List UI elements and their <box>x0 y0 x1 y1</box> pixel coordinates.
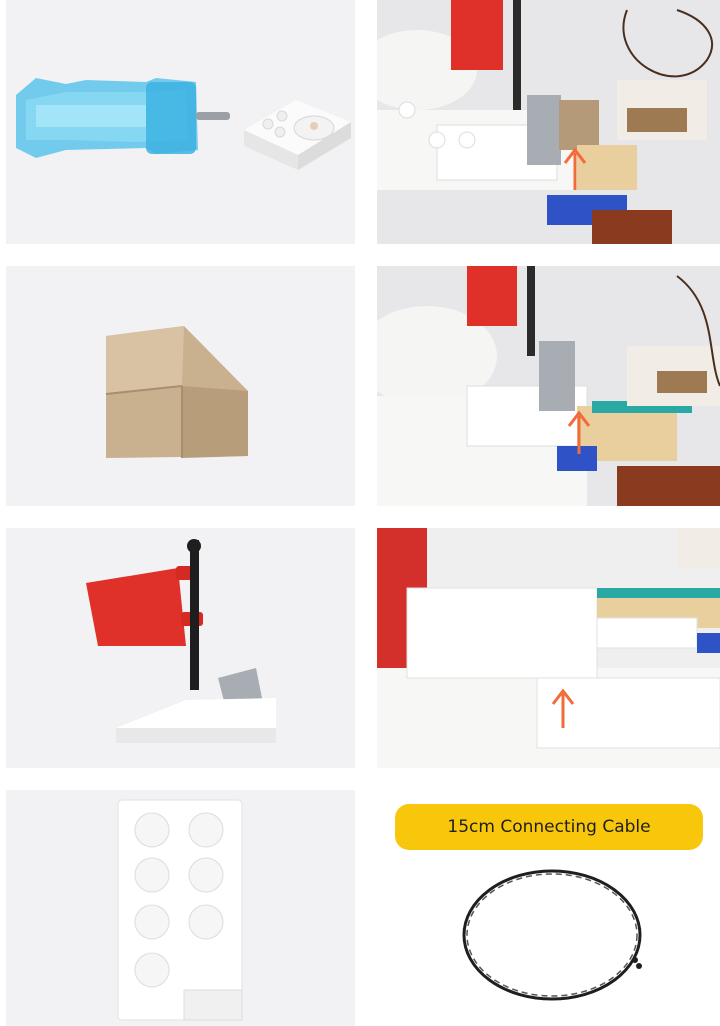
red-flag <box>451 0 503 70</box>
photo-white-plate-2x4 <box>6 790 355 1026</box>
photo-connecting-cable: 15cm Connecting Cable <box>377 790 720 1026</box>
transparent-light-part <box>16 78 230 158</box>
photo-build-step-3 <box>377 528 720 768</box>
photo-tan-slope-brick <box>6 266 355 506</box>
white-plate <box>244 100 351 170</box>
photo-build-step-1 <box>377 0 720 244</box>
red-flag <box>467 266 517 326</box>
cable <box>462 869 642 1001</box>
red-flag <box>86 568 186 646</box>
photo-flag-assembly <box>6 528 355 768</box>
photo-build-step-2 <box>377 266 720 506</box>
photo-light-part-and-plate <box>6 0 355 244</box>
